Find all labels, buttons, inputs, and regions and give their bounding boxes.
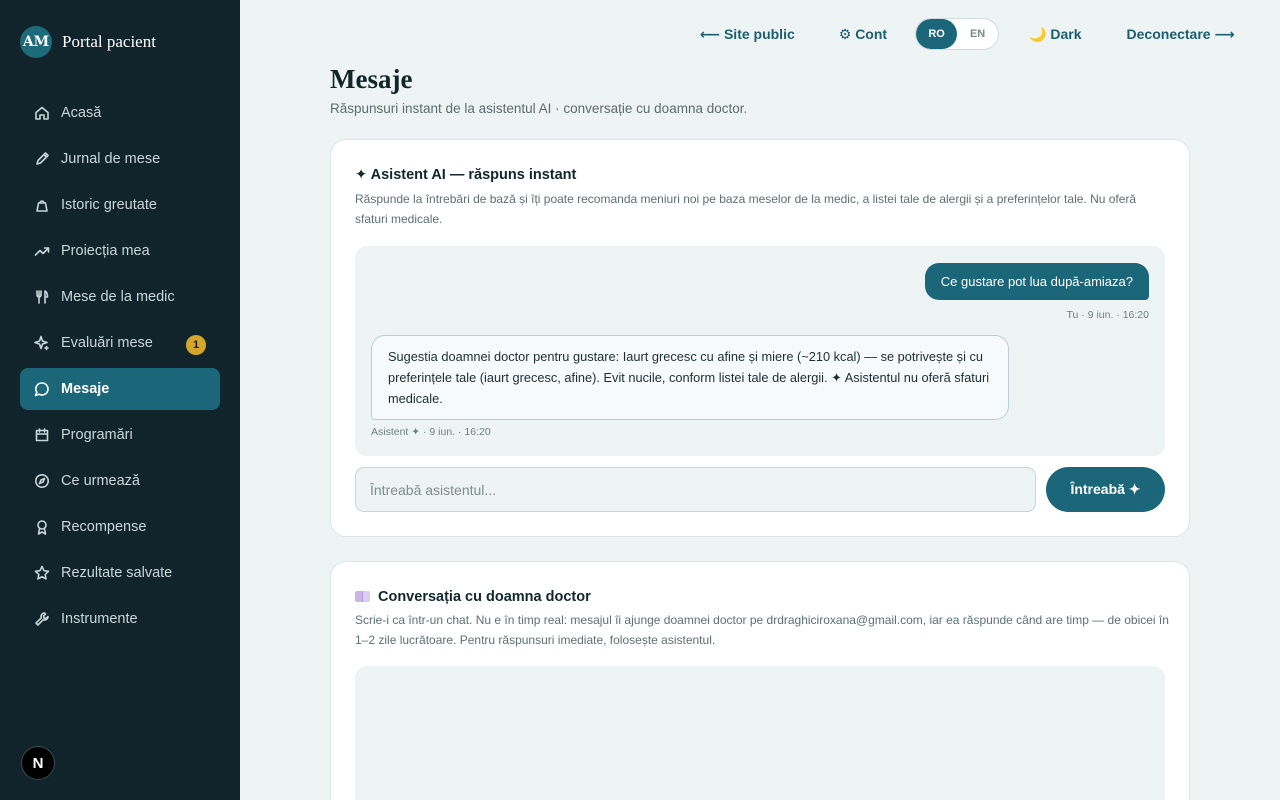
home-icon [34,105,50,121]
sidebar-item-appointments[interactable]: Programări [20,414,220,456]
doctor-card-description: Scrie-i ca într-un chat. Nu e în timp re… [355,613,1169,647]
sidebar-item-doctor-meals[interactable]: Mese de la medic [20,276,220,318]
brand-name: Portal pacient [62,32,156,51]
sidebar-item-projection[interactable]: Proiecția mea [20,230,220,272]
ai-card-description: Răspunde la întrebări de bază și îți poa… [355,192,1137,226]
sidebar-item-label: Acasă [61,105,102,121]
assistant-message-bubble: Sugestia doamnei doctor pentru gustare: … [371,335,1009,420]
trend-up-icon [34,243,50,259]
account-link[interactable]: ⚙ Cont [839,26,887,43]
sidebar-item-label: Jurnal de mese [61,151,161,167]
user-message-bubble: Ce gustare pot lua după-amiaza? [924,263,1149,300]
sidebar-nav: Acasă Jurnal de mese Istoric greutate Pr… [20,92,220,644]
award-icon [34,519,50,535]
sidebar-item-label: Evaluări mese [61,335,153,351]
sidebar-item-weight-history[interactable]: Istoric greutate [20,184,220,226]
sidebar-item-label: Istoric greutate [61,197,157,213]
doctor-card-title-text: Conversația cu doamna doctor [378,589,591,605]
sidebar-item-label: Recompense [61,519,147,535]
ask-assistant-button[interactable]: Întreabă ✦ [1046,467,1165,512]
sidebar-item-home[interactable]: Acasă [20,92,220,134]
scale-icon [34,197,50,213]
user-avatar: AM [20,26,52,58]
pencil-icon [34,151,50,167]
lang-en-button[interactable]: EN [957,19,998,49]
sidebar-item-label: Ce urmează [61,473,140,489]
sparkle-icon [34,335,50,351]
notification-badge: 1 [186,335,206,355]
sidebar-item-tools[interactable]: Instrumente [20,598,220,640]
star-icon [34,565,50,581]
page-title: Mesaje [330,64,413,94]
compass-icon [34,473,50,489]
book-icon [355,591,370,602]
ai-assistant-card: ✦ Asistent AI — răspuns instant Răspunde… [330,139,1190,537]
sidebar-item-meal-journal[interactable]: Jurnal de mese [20,138,220,180]
sidebar-item-whats-next[interactable]: Ce urmează [20,460,220,502]
sidebar: AM Portal pacient Acasă Jurnal de mese I… [0,0,240,800]
logout-link[interactable]: Deconectare ⟶ [1127,26,1235,43]
sidebar-item-label: Rezultate salvate [61,565,173,581]
framework-logo[interactable]: N [21,746,55,780]
ask-assistant-input[interactable] [355,467,1036,512]
dark-mode-toggle[interactable]: 🌙 Dark [1029,26,1081,43]
sidebar-item-meal-reviews[interactable]: Evaluări mese 1 [20,322,220,364]
public-site-link[interactable]: ⟵ Site public [700,26,795,43]
sidebar-item-messages[interactable]: Mesaje [20,368,220,410]
fork-knife-icon [34,289,50,305]
language-toggle: RO EN [915,18,1000,50]
brand[interactable]: AM Portal pacient [20,26,156,58]
sidebar-item-label: Programări [61,427,133,443]
calendar-icon [34,427,50,443]
user-message-meta: Tu · 9 iun. · 16:20 [1066,309,1150,321]
chat-bubble-icon [34,381,50,397]
lang-ro-button[interactable]: RO [916,19,958,49]
ai-chat-thread[interactable]: Ce gustare pot lua după-amiaza? Tu · 9 i… [355,246,1165,456]
sidebar-item-label: Proiecția mea [61,243,150,259]
assistant-message-meta: Asistent ✦ · 9 iun. · 16:20 [371,426,491,438]
wrench-icon [34,611,50,627]
sidebar-item-saved-results[interactable]: Rezultate salvate [20,552,220,594]
sidebar-item-label: Instrumente [61,611,138,627]
sidebar-item-label: Mesaje [61,381,110,397]
top-bar: ⟵ Site public ⚙ Cont RO EN 🌙 Dark Decone… [700,18,1235,50]
doctor-conversation-card: Conversația cu doamna doctor Scrie-i ca … [330,561,1190,800]
page-subtitle: Răspunsuri instant de la asistentul AI ·… [330,101,748,116]
ai-card-title: ✦ Asistent AI — răspuns instant [355,167,577,183]
doctor-chat-thread[interactable] [355,666,1165,800]
doctor-card-title: Conversația cu doamna doctor [355,589,591,605]
sidebar-item-label: Mese de la medic [61,289,175,305]
sidebar-item-rewards[interactable]: Recompense [20,506,220,548]
